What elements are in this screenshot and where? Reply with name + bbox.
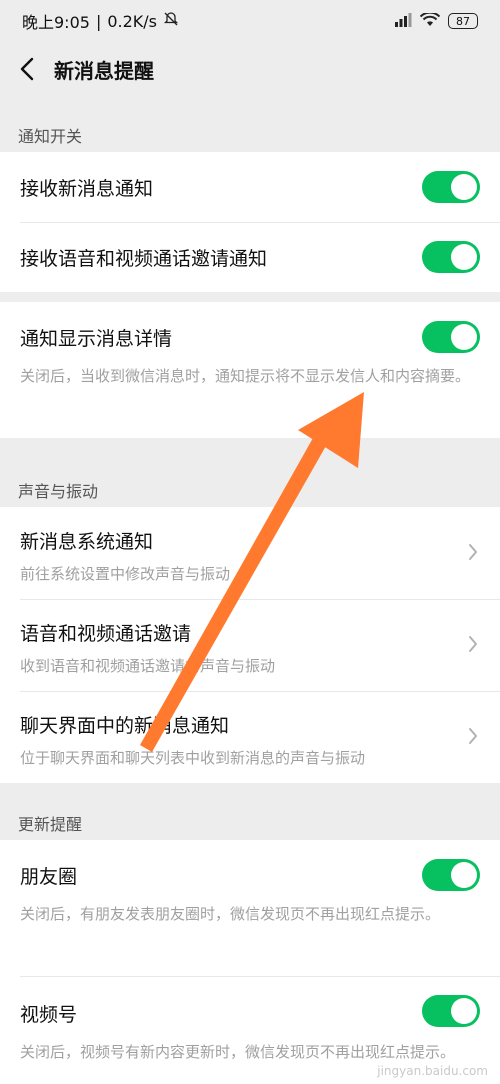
channels-toggle[interactable] — [422, 995, 480, 1027]
row-title: 朋友圈 — [20, 866, 78, 888]
row-title: 通知显示消息详情 — [20, 328, 173, 350]
setting-row-show-details[interactable]: 通知显示消息详情 关闭后，当收到微信消息时，通知提示将不显示发信人和内容摘要。 — [0, 302, 500, 438]
setting-row-receive-messages[interactable]: 接收新消息通知 — [0, 152, 500, 222]
setting-row-chat-notify[interactable]: 聊天界面中的新消息通知 位于聊天界面和聊天列表中收到新消息的声音与振动 — [0, 691, 500, 783]
row-description: 关闭后，有朋友发表朋友圈时，微信发现页不再出现红点提示。 — [20, 905, 441, 923]
row-title: 接收新消息通知 — [20, 178, 154, 200]
chevron-right-icon — [469, 636, 477, 652]
page-title: 新消息提醒 — [54, 58, 154, 83]
navbar: 新消息提醒 — [0, 42, 500, 96]
status-speed: 0.2K/s — [107, 11, 157, 31]
toggle-knob — [451, 324, 477, 350]
row-title: 聊天界面中的新消息通知 — [20, 715, 230, 737]
setting-row-system-notify[interactable]: 新消息系统通知 前往系统设置中修改声音与振动 — [0, 507, 500, 599]
row-subtitle: 收到语音和视频通话邀请的声音与振动 — [20, 657, 276, 675]
toggle-knob — [451, 998, 477, 1024]
row-subtitle: 位于聊天界面和聊天列表中收到新消息的声音与振动 — [20, 749, 366, 767]
row-title: 语音和视频通话邀请 — [20, 623, 192, 645]
section-label-sound: 声音与振动 — [18, 482, 99, 501]
watermark: jingyan.baidu.com — [377, 1064, 488, 1078]
mute-icon — [163, 11, 179, 31]
battery-icon: 87 — [448, 13, 478, 29]
update-card: 朋友圈 关闭后，有朋友发表朋友圈时，微信发现页不再出现红点提示。 视频号 关闭后… — [0, 840, 500, 1084]
row-title: 接收语音和视频通话邀请通知 — [20, 248, 268, 270]
moments-toggle[interactable] — [422, 859, 480, 891]
toggle-knob — [451, 862, 477, 888]
row-description: 关闭后，视频号有新内容更新时，微信发现页不再出现红点提示。 — [20, 1043, 456, 1061]
row-title: 新消息系统通知 — [20, 531, 154, 553]
back-button[interactable] — [2, 42, 52, 96]
sound-card: 新消息系统通知 前往系统设置中修改声音与振动 语音和视频通话邀请 收到语音和视频… — [0, 507, 500, 783]
call-invites-toggle[interactable] — [422, 241, 480, 273]
setting-row-call-sound[interactable]: 语音和视频通话邀请 收到语音和视频通话邀请的声音与振动 — [0, 599, 500, 691]
row-subtitle: 前往系统设置中修改声音与振动 — [20, 565, 231, 583]
receive-messages-toggle[interactable] — [422, 171, 480, 203]
signal-icon — [394, 12, 412, 31]
chevron-left-icon — [20, 57, 34, 81]
battery-level: 87 — [456, 14, 470, 28]
toggle-knob — [451, 244, 477, 270]
toggle-knob — [451, 174, 477, 200]
wifi-icon — [419, 11, 441, 31]
section-label-notify: 通知开关 — [18, 127, 83, 146]
row-title: 视频号 — [20, 1004, 78, 1026]
details-card: 通知显示消息详情 关闭后，当收到微信消息时，通知提示将不显示发信人和内容摘要。 — [0, 302, 500, 438]
chevron-right-icon — [469, 728, 477, 744]
chevron-right-icon — [469, 544, 477, 560]
status-bar: 晚上9:05 | 0.2K/s 87 — [0, 0, 500, 42]
show-details-toggle[interactable] — [422, 321, 480, 353]
status-time: 晚上9:05 — [22, 13, 90, 32]
status-left: 晚上9:05 | 0.2K/s — [22, 9, 179, 33]
status-separator: | — [95, 11, 102, 31]
setting-row-call-invites[interactable]: 接收语音和视频通话邀请通知 — [0, 222, 500, 292]
section-label-update: 更新提醒 — [18, 815, 83, 834]
status-right: 87 — [394, 11, 478, 31]
notify-card: 接收新消息通知 接收语音和视频通话邀请通知 — [0, 152, 500, 292]
row-description: 关闭后，当收到微信消息时，通知提示将不显示发信人和内容摘要。 — [20, 367, 471, 385]
setting-row-moments[interactable]: 朋友圈 关闭后，有朋友发表朋友圈时，微信发现页不再出现红点提示。 — [0, 840, 500, 976]
